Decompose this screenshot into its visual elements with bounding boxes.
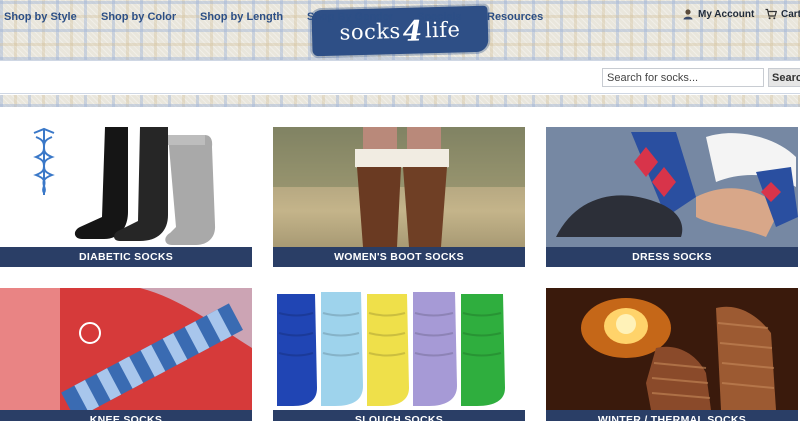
category-label: SLOUCH SOCKS — [273, 410, 525, 421]
category-label: KNEE SOCKS — [0, 410, 252, 421]
my-account-label: My Account — [698, 8, 755, 20]
nav-shop-by-color[interactable]: Shop by Color — [101, 11, 176, 23]
knee-socks-image — [0, 288, 252, 410]
cart-link[interactable]: Cart — [765, 8, 800, 20]
category-tile-womens-boot[interactable]: WOMEN'S BOOT SOCKS — [273, 127, 525, 267]
category-tile-winter-thermal[interactable]: WINTER / THERMAL SOCKS — [546, 288, 798, 421]
category-label: DRESS SOCKS — [546, 247, 798, 267]
category-tile-dress[interactable]: DRESS SOCKS — [546, 127, 798, 267]
nav-shop-by-style[interactable]: Shop by Style — [4, 11, 77, 23]
category-label: DIABETIC SOCKS — [0, 247, 252, 267]
user-icon — [683, 9, 693, 20]
search-input[interactable] — [602, 68, 764, 87]
nav-specials[interactable]: Specials — [417, 11, 462, 23]
category-tile-slouch[interactable]: SLOUCH SOCKS — [273, 288, 525, 421]
winter-socks-image — [546, 288, 798, 410]
my-account-link[interactable]: My Account — [682, 8, 754, 20]
nav-resources[interactable]: Resources — [487, 11, 543, 23]
category-tile-diabetic[interactable]: DIABETIC SOCKS — [0, 127, 252, 267]
cart-label: Cart — [781, 8, 800, 20]
category-tile-knee[interactable]: KNEE SOCKS — [0, 288, 252, 421]
category-label: WOMEN'S BOOT SOCKS — [273, 247, 525, 267]
slouch-socks-image — [273, 288, 525, 410]
dress-socks-image — [546, 127, 798, 247]
nav-plaid-strip — [0, 95, 800, 107]
nav-shop-by-length[interactable]: Shop by Length — [200, 11, 283, 23]
nav-shop-by-gender[interactable]: Shop By Gender — [307, 11, 393, 23]
diabetic-socks-image — [0, 127, 252, 247]
category-label: WINTER / THERMAL SOCKS — [546, 410, 798, 421]
search-button[interactable]: Search — [768, 68, 800, 87]
cart-icon — [765, 8, 777, 20]
boot-socks-image — [273, 127, 525, 247]
